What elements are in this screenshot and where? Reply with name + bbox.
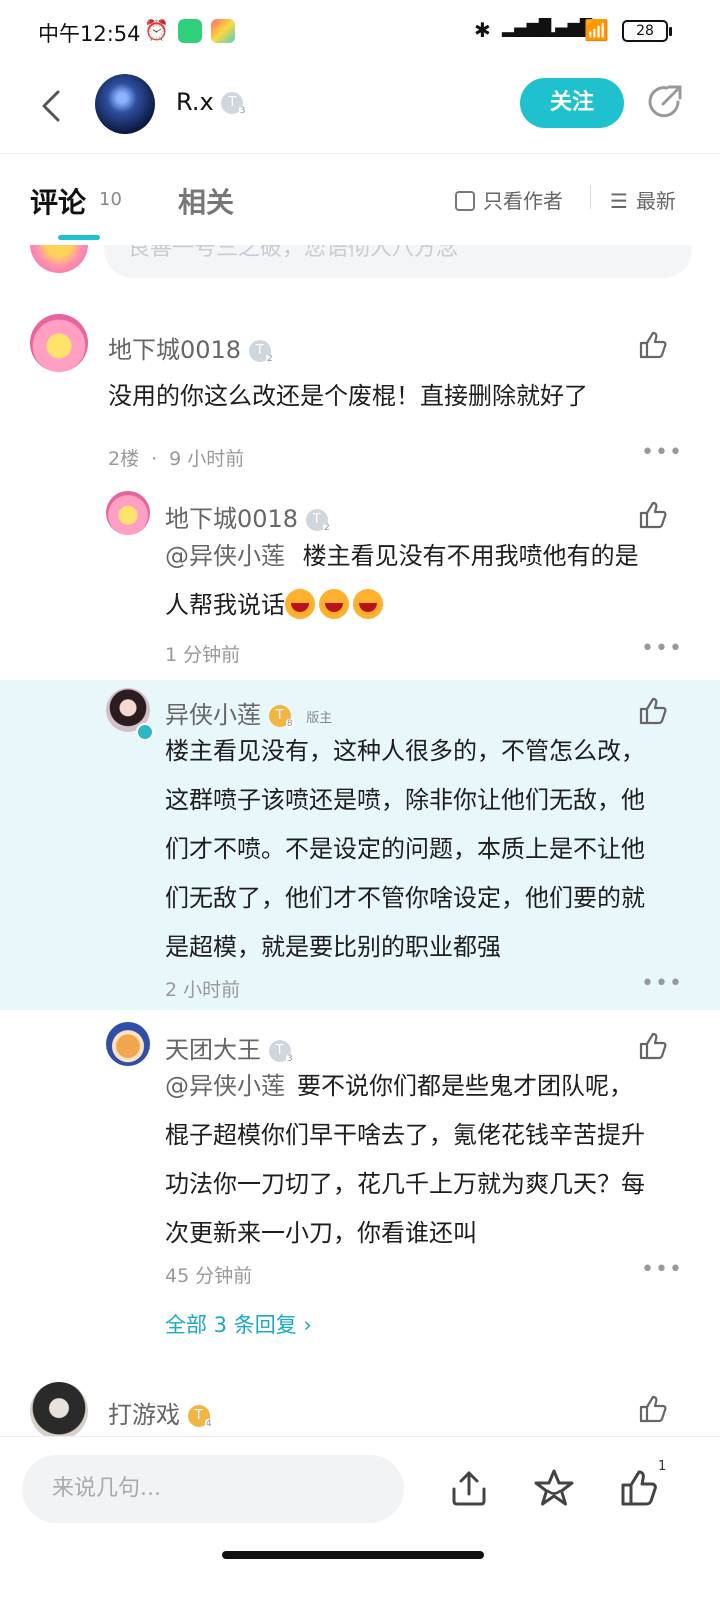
author-name[interactable]: R.x bbox=[176, 88, 214, 116]
more-options-icon[interactable]: ••• bbox=[641, 440, 683, 465]
tab-comments[interactable]: 评论 bbox=[30, 181, 86, 221]
like-icon[interactable] bbox=[637, 695, 669, 727]
home-indicator[interactable] bbox=[222, 1551, 484, 1559]
reply-snippet: 良善一号三之破，您语彻人八方念 bbox=[104, 245, 692, 278]
sort-button[interactable]: ☰ 最新 bbox=[610, 185, 676, 214]
more-options-icon[interactable]: ••• bbox=[641, 1257, 683, 1282]
back-arrow-icon[interactable] bbox=[36, 86, 66, 126]
avatar[interactable] bbox=[30, 1382, 88, 1440]
bottom-action-bar: 来说几句... 1 bbox=[0, 1436, 720, 1600]
level-badge-icon: T2 bbox=[248, 340, 274, 364]
reply-time: 1 分钟前 bbox=[165, 644, 241, 666]
reply-text: @异侠小莲 要不说你们都是些鬼才团队呢， 棍子超模你们早干啥去了，氪佬花钱辛苦提升… bbox=[165, 1072, 645, 1247]
author-name-row[interactable]: R.x T3 bbox=[176, 88, 247, 116]
divider bbox=[590, 185, 591, 209]
like-icon[interactable] bbox=[637, 499, 669, 531]
moderator-tag: 版主 bbox=[306, 710, 333, 726]
like-count: 1 bbox=[658, 1459, 667, 1474]
like-icon[interactable] bbox=[637, 329, 669, 361]
laughing-emoji-icon bbox=[285, 589, 387, 619]
avatar[interactable] bbox=[106, 491, 150, 535]
previous-comment-fragment: 良善一号三之破，您语彻人八方念 bbox=[0, 245, 720, 305]
alarm-icon: ⏰ bbox=[144, 18, 169, 42]
checkbox-icon[interactable] bbox=[455, 191, 475, 211]
comment-input[interactable]: 来说几句... bbox=[22, 1455, 404, 1523]
mention-link[interactable]: @异侠小莲 bbox=[165, 542, 285, 570]
avatar[interactable] bbox=[30, 314, 88, 372]
level-badge-icon: T8 bbox=[268, 705, 294, 729]
like-icon[interactable] bbox=[637, 1393, 669, 1425]
tab-related[interactable]: 相关 bbox=[178, 181, 234, 221]
post-header: R.x T3 关注 bbox=[0, 64, 720, 154]
level-badge-icon: T2 bbox=[305, 509, 331, 533]
avatar bbox=[30, 245, 88, 273]
app-notification-icon bbox=[211, 19, 235, 43]
comment-text: 没用的你这么改还是个废棍！直接删除就好了 bbox=[108, 382, 588, 410]
comment-meta: 2楼 · 9 小时前 bbox=[108, 448, 245, 470]
share-upload-icon[interactable] bbox=[448, 1467, 490, 1509]
follow-button[interactable]: 关注 bbox=[520, 78, 624, 128]
app-notification-icon bbox=[178, 19, 202, 43]
comment-count: 10 bbox=[99, 189, 122, 210]
status-time: 中午12:54 bbox=[38, 22, 141, 46]
level-badge-icon: T3 bbox=[221, 92, 247, 116]
comment-tabs: 评论 10 相关 只看作者 ☰ 最新 bbox=[0, 165, 720, 245]
reply-username-row[interactable]: 地下城0018 T2 bbox=[165, 499, 331, 534]
like-icon[interactable] bbox=[637, 1030, 669, 1062]
level-badge-icon: T4 bbox=[187, 1405, 213, 1429]
reply-username-row[interactable]: 异侠小莲 T8 版主 bbox=[165, 695, 332, 730]
level-badge-icon: T3 bbox=[268, 1040, 294, 1064]
mention-link[interactable]: @异侠小莲 bbox=[165, 1072, 285, 1100]
more-options-icon[interactable]: ••• bbox=[641, 971, 683, 996]
active-tab-indicator bbox=[58, 235, 100, 240]
reply-text: 楼主看见没有，这种人很多的，不管怎么改， 这群喷子该喷还是喷，除非你让他们无敌，… bbox=[165, 737, 645, 961]
comment-username-row[interactable]: 地下城0018 T2 bbox=[108, 330, 274, 365]
bluetooth-icon: ✱ bbox=[474, 18, 491, 42]
wifi-icon: 📶 bbox=[584, 18, 609, 42]
like-post-icon[interactable] bbox=[618, 1467, 660, 1509]
battery-icon: 28 bbox=[622, 20, 672, 42]
more-options-icon[interactable]: ••• bbox=[641, 636, 683, 661]
reply-text: @异侠小莲 楼主看见没有不用我喷他有的是 人帮我说话 bbox=[165, 542, 639, 619]
share-icon[interactable] bbox=[645, 82, 685, 122]
verified-icon bbox=[136, 723, 154, 741]
author-avatar[interactable] bbox=[95, 74, 155, 134]
comment-username-row[interactable]: 打游戏 T4 bbox=[108, 1395, 213, 1430]
sort-icon: ☰ bbox=[610, 189, 628, 213]
avatar[interactable] bbox=[106, 1022, 150, 1066]
status-bar: 中午12:54 ⏰ ✱ ▂▄▆█ ▂▄▆█ 📶 28 bbox=[0, 0, 720, 64]
reply-username-row[interactable]: 天团大王 T3 bbox=[165, 1030, 294, 1065]
view-all-replies-link[interactable]: 全部 3 条回复 › bbox=[165, 1309, 312, 1339]
reply-time: 45 分钟前 bbox=[165, 1265, 253, 1287]
favorite-star-icon[interactable] bbox=[533, 1467, 575, 1509]
reply-time: 2 小时前 bbox=[165, 979, 241, 1001]
only-author-toggle[interactable]: 只看作者 bbox=[455, 185, 563, 214]
